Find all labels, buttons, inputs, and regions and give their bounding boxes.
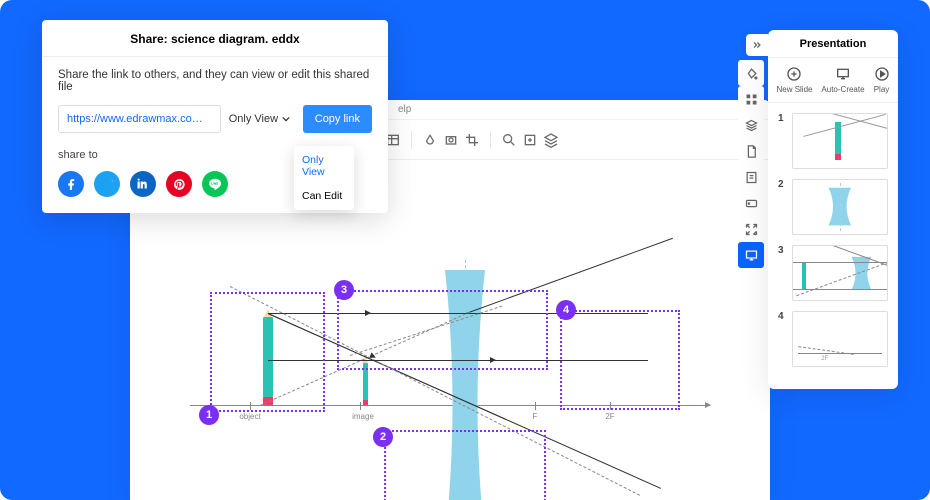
menu-hint: elp <box>398 104 411 115</box>
permission-dropdown-trigger[interactable]: Only View <box>229 113 295 125</box>
drive-icon[interactable] <box>738 190 764 216</box>
apps-icon[interactable] <box>738 86 764 112</box>
tick-image: image <box>352 412 374 421</box>
slide-thumb-1 <box>792 113 888 169</box>
share-facebook-button[interactable] <box>58 171 84 197</box>
stack-icon[interactable] <box>738 112 764 138</box>
share-linkedin-button[interactable] <box>130 171 156 197</box>
permission-option-only-view[interactable]: Only View <box>294 148 354 184</box>
search-icon[interactable] <box>500 131 518 149</box>
share-url-input[interactable]: https://www.edrawmax.com/server... <box>58 105 221 133</box>
share-description: Share the link to others, and they can v… <box>58 69 372 93</box>
selection-badge-2: 2 <box>373 427 393 447</box>
presentation-panel: Presentation New Slide Auto-Create Play … <box>768 30 898 389</box>
slide-thumb-2 <box>792 179 888 235</box>
auto-create-button[interactable]: Auto-Create <box>821 66 864 94</box>
tick-2F-right: 2F <box>605 412 614 421</box>
copy-link-button[interactable]: Copy link <box>303 105 372 133</box>
auto-create-label: Auto-Create <box>821 85 864 94</box>
slide-2[interactable]: 2 <box>778 179 888 235</box>
permission-current-label: Only View <box>229 113 278 125</box>
selection-2[interactable] <box>384 430 546 500</box>
share-twitter-button[interactable] <box>94 171 120 197</box>
selection-1[interactable] <box>210 292 325 412</box>
selection-4[interactable] <box>560 310 680 410</box>
crop-icon[interactable] <box>463 131 481 149</box>
new-slide-button[interactable]: New Slide <box>776 66 812 94</box>
layers-icon[interactable] <box>542 131 560 149</box>
permission-dropdown: Only View Can Edit <box>294 146 354 210</box>
selection-badge-3: 3 <box>334 280 354 300</box>
optics-diagram: object image F 2F <box>140 250 760 500</box>
tick-F-right: F <box>533 412 538 421</box>
slide-thumb-4: 2F <box>792 311 888 367</box>
expand-icon[interactable] <box>738 216 764 242</box>
fill-icon[interactable] <box>421 131 439 149</box>
export-icon[interactable] <box>521 131 539 149</box>
share-line-button[interactable] <box>202 171 228 197</box>
side-tool-rail <box>738 60 764 268</box>
slide-3[interactable]: 3 <box>778 245 888 301</box>
selection-badge-1: 1 <box>199 405 219 425</box>
share-pinterest-button[interactable] <box>166 171 192 197</box>
play-button[interactable]: Play <box>874 66 890 94</box>
panel-collapse-button[interactable] <box>746 34 768 56</box>
tick-object: object <box>239 412 260 421</box>
presentation-icon[interactable] <box>738 242 764 268</box>
play-label: Play <box>874 85 890 94</box>
selection-badge-4: 4 <box>556 300 576 320</box>
share-dialog: Share: science diagram. eddx Share the l… <box>42 20 388 213</box>
note-icon[interactable] <box>738 164 764 190</box>
new-slide-label: New Slide <box>776 85 812 94</box>
presentation-title: Presentation <box>776 38 890 50</box>
selection-3[interactable] <box>337 290 548 370</box>
permission-option-can-edit[interactable]: Can Edit <box>294 184 354 208</box>
slide-4[interactable]: 4 2F <box>778 311 888 367</box>
fill-bucket-icon[interactable] <box>738 60 764 86</box>
screenshot-icon[interactable] <box>442 131 460 149</box>
slide-thumb-3 <box>792 245 888 301</box>
slide-1[interactable]: 1 <box>778 113 888 169</box>
page-icon[interactable] <box>738 138 764 164</box>
share-dialog-title: Share: science diagram. eddx <box>42 20 388 57</box>
